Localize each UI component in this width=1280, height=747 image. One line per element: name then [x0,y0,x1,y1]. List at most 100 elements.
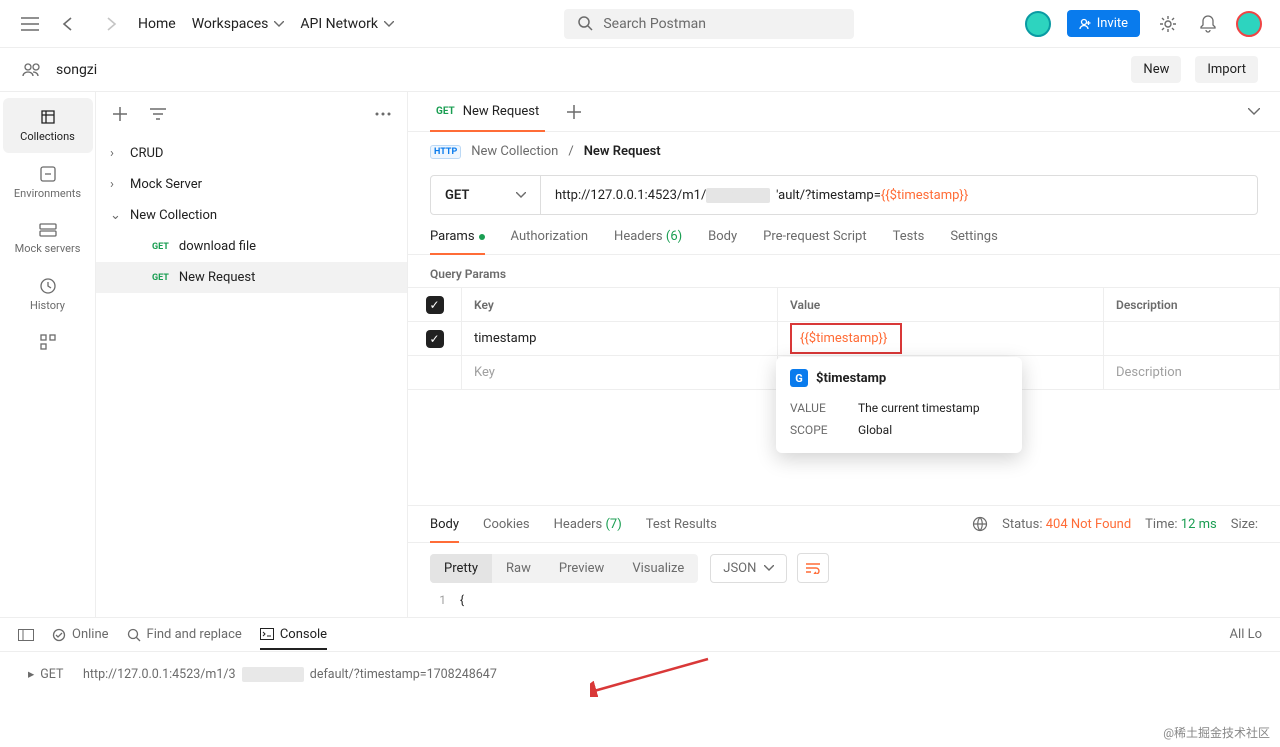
view-preview[interactable]: Preview [545,554,618,583]
param-desc-input[interactable] [1104,322,1280,355]
resp-tab-body[interactable]: Body [430,517,459,542]
subtab-auth[interactable]: Authorization [511,229,589,254]
left-rail: Collections Environments Mock servers Hi… [0,92,96,617]
filter-icon[interactable] [146,102,170,126]
nav-home[interactable]: Home [138,16,176,32]
autocomplete-popup: G$timestamp VALUEThe current timestamp S… [776,357,1022,453]
ac-variable-name[interactable]: $timestamp [816,371,886,386]
rail-history[interactable]: History [3,267,93,322]
forward-icon[interactable] [98,12,122,36]
find-replace[interactable]: Find and replace [127,627,242,642]
invite-button[interactable]: Invite [1067,10,1140,37]
subtab-headers[interactable]: Headers (6) [614,229,682,254]
import-button[interactable]: Import [1195,56,1258,83]
new-button[interactable]: New [1131,56,1181,83]
bell-icon[interactable] [1196,12,1220,36]
col-key: Key [462,288,778,321]
tab-chevron-icon[interactable] [1242,100,1266,124]
footer-bar: Online Find and replace Console All Lo [0,618,1280,652]
ac-scope: Global [858,423,892,437]
workspace-bar: songzi New Import [0,48,1280,92]
caret-right-icon: ▸ [28,666,34,682]
rail-mock-servers[interactable]: Mock servers [3,212,93,265]
param-value-cell: {{$timestamp}} G$timestamp VALUEThe curr… [778,322,1104,355]
avatar-1[interactable] [1025,11,1051,37]
breadcrumb: HTTP New Collection / New Request [408,132,1280,171]
console-tab[interactable]: Console [260,627,327,650]
add-tab-icon[interactable] [553,105,595,119]
g-badge-icon: G [790,369,808,387]
size-label: Size: [1231,517,1258,532]
workspace-name[interactable]: songzi [56,62,97,78]
response-body[interactable]: 1{ [408,593,1280,617]
tree-mock[interactable]: ›Mock Server [96,169,407,200]
http-icon: HTTP [430,145,461,159]
param-value-input[interactable]: {{$timestamp}} [790,323,902,354]
subtab-settings[interactable]: Settings [950,229,997,254]
crumb-collection[interactable]: New Collection [471,144,558,159]
online-status[interactable]: Online [52,627,109,642]
response-tabs: Body Cookies Headers (7) Test Results St… [408,506,1280,543]
back-icon[interactable] [58,12,82,36]
param-row: ✓ timestamp {{$timestamp}} G$timestamp V… [408,322,1280,356]
top-bar: Home Workspaces API Network Search Postm… [0,0,1280,48]
globe-icon[interactable] [972,516,988,532]
resp-tab-headers[interactable]: Headers (7) [554,517,622,542]
sidebar: ›CRUD ›Mock Server ⌄New Collection GETdo… [96,92,408,617]
content: GETNew Request HTTP New Collection / New… [408,92,1280,617]
subtab-params[interactable]: Params [430,229,485,254]
tree: ›CRUD ›Mock Server ⌄New Collection GETdo… [96,136,407,295]
tab-new-request[interactable]: GETNew Request [422,92,553,131]
view-segment: Pretty Raw Preview Visualize [430,554,698,583]
search-placeholder: Search Postman [603,16,706,32]
rail-more[interactable] [3,324,93,360]
url-row: GET http://127.0.0.1:4523/m1/xxx 'ault/?… [430,175,1258,215]
response-toolbar: Pretty Raw Preview Visualize JSON [408,543,1280,593]
resp-tab-test[interactable]: Test Results [646,517,717,542]
subtab-body[interactable]: Body [708,229,737,254]
nav-api-network[interactable]: API Network [300,16,394,32]
method-dropdown[interactable]: GET [431,176,541,214]
query-params-label: Query Params [408,255,1280,287]
watermark: @稀土掘金技术社区 [1163,724,1270,741]
view-visualize[interactable]: Visualize [618,554,698,583]
rail-environments[interactable]: Environments [3,155,93,210]
ac-value: The current timestamp [858,401,980,415]
resp-tab-cookies[interactable]: Cookies [483,517,530,542]
console-log-line[interactable]: ▸ GET http://127.0.0.1:4523/m1/3xdefault… [0,652,1280,696]
request-tabs: GETNew Request [408,92,1280,132]
search-input[interactable]: Search Postman [564,9,854,39]
select-all-checkbox[interactable]: ✓ [426,296,444,314]
tree-crud[interactable]: ›CRUD [96,138,407,169]
panel-icon[interactable] [18,629,34,641]
subtab-prerequest[interactable]: Pre-request Script [763,229,866,254]
lang-dropdown[interactable]: JSON [710,554,787,583]
tree-download-file[interactable]: GETdownload file [96,231,407,262]
view-pretty[interactable]: Pretty [430,554,492,583]
settings-icon[interactable] [1156,12,1180,36]
menu-icon[interactable] [18,12,42,36]
subtab-tests[interactable]: Tests [893,229,925,254]
param-key-input[interactable]: timestamp [462,322,778,355]
tree-new-request[interactable]: GETNew Request [96,262,407,293]
avatar-2[interactable] [1236,11,1262,37]
col-value: Value [778,288,1104,321]
all-logs[interactable]: All Lo [1230,627,1262,642]
status-label: Status: 404 Not Found [1002,517,1131,532]
add-icon[interactable] [108,102,132,126]
param-desc-placeholder[interactable]: Description [1104,356,1280,389]
view-raw[interactable]: Raw [492,554,545,583]
nav-workspaces[interactable]: Workspaces [192,16,285,32]
more-icon[interactable] [371,102,395,126]
wrap-icon[interactable] [797,553,829,583]
grid-header: ✓ Key Value Description [408,288,1280,322]
request-subtabs: Params Authorization Headers (6) Body Pr… [408,215,1280,255]
main-area: Collections Environments Mock servers Hi… [0,92,1280,617]
rail-collections[interactable]: Collections [3,98,93,153]
footer: Online Find and replace Console All Lo ▸… [0,617,1280,747]
params-grid: ✓ Key Value Description ✓ timestamp {{$t… [408,287,1280,390]
param-key-placeholder[interactable]: Key [462,356,778,389]
row-checkbox[interactable]: ✓ [426,330,444,348]
url-input[interactable]: http://127.0.0.1:4523/m1/xxx 'ault/?time… [541,188,1257,203]
tree-new-collection[interactable]: ⌄New Collection [96,200,407,231]
